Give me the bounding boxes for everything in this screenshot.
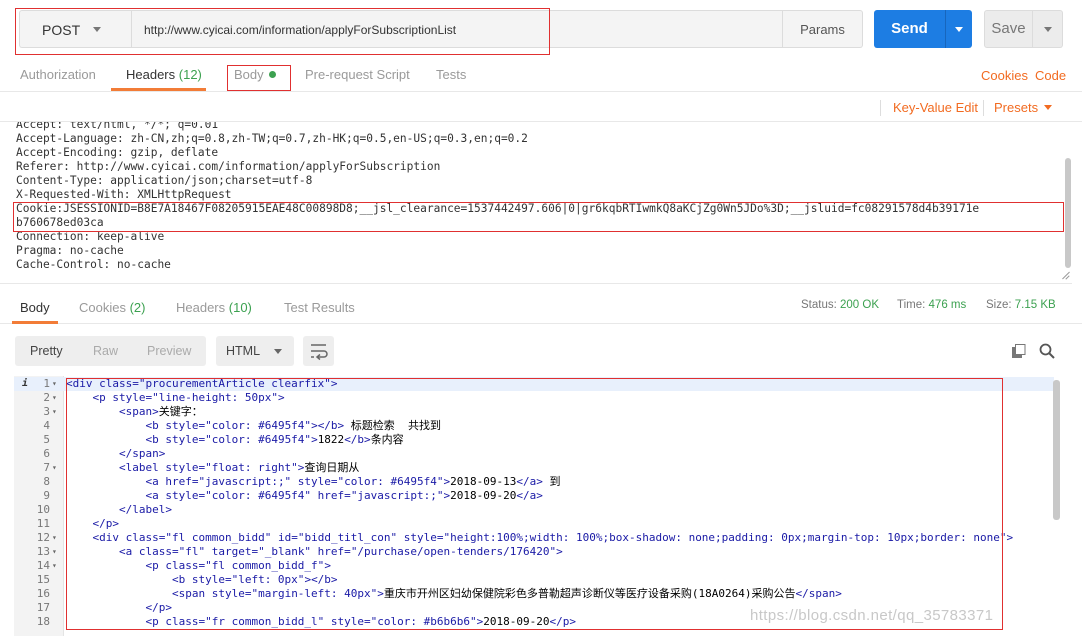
line-number: 9 — [43, 489, 50, 502]
fold-toggle-icon[interactable]: ▾ — [52, 545, 60, 559]
presets-dropdown[interactable]: Presets — [994, 100, 1038, 115]
line-number: 4 — [43, 419, 50, 432]
time-value: 476 ms — [928, 299, 967, 311]
save-button[interactable]: Save — [984, 10, 1033, 48]
chevron-down-icon — [274, 349, 282, 354]
divider — [880, 100, 881, 116]
bulk-edit-toolbar: Key-Value Edit Presets — [0, 92, 1082, 122]
size-readout: Size: 7.15 KB — [986, 299, 1056, 311]
fold-toggle-icon[interactable]: ▾ — [52, 461, 60, 475]
search-icon[interactable] — [1039, 343, 1055, 359]
params-button[interactable]: Params — [783, 10, 863, 48]
chevron-down-icon — [1044, 27, 1052, 32]
cookies-link[interactable]: Cookies — [981, 68, 1028, 83]
header-line: X-Requested-With: XMLHttpRequest — [16, 188, 232, 201]
line-number: 8 — [43, 475, 50, 488]
size-value: 7.15 KB — [1014, 299, 1056, 311]
response-tab-cookies-label: Cookies — [79, 300, 126, 315]
line-number: 16 — [36, 587, 50, 600]
code-link[interactable]: Code — [1035, 68, 1066, 83]
status-value: 200 OK — [840, 299, 880, 311]
headers-scrollbar[interactable] — [1065, 158, 1071, 268]
tab-authorization[interactable]: Authorization — [20, 67, 96, 82]
chevron-down-icon — [955, 27, 963, 32]
line-number: 5 — [43, 433, 50, 446]
wrap-lines-icon — [311, 344, 328, 361]
request-tabs: Authorization Headers (12) Body Pre-requ… — [0, 58, 1082, 92]
header-line: Cache-Control: no-cache — [16, 258, 171, 271]
line-number: 10 — [36, 503, 50, 516]
header-line: Accept-Language: zh-CN,zh;q=0.8,zh-TW;q=… — [16, 132, 528, 145]
line-number: 13 — [36, 545, 50, 558]
response-tab-body[interactable]: Body — [20, 300, 50, 315]
format-select-value: HTML — [226, 344, 261, 358]
response-tab-cookies[interactable]: Cookies (2) — [79, 300, 145, 315]
watermark-text: https://blog.csdn.net/qq_35783371 — [750, 607, 994, 624]
line-number: 2 — [43, 391, 50, 404]
divider — [983, 100, 984, 116]
save-dropdown-button[interactable] — [1033, 10, 1063, 48]
tab-headers-count: (12) — [178, 67, 202, 82]
line-number: 15 — [36, 573, 50, 586]
response-scrollbar[interactable] — [1053, 380, 1060, 520]
size-label: Size: — [986, 299, 1012, 311]
fold-toggle-icon[interactable]: ▾ — [52, 531, 60, 545]
annotation-box-request — [15, 8, 550, 55]
resize-grip-icon[interactable] — [1061, 271, 1070, 280]
fold-toggle-icon[interactable]: ▾ — [52, 405, 60, 419]
header-line: Pragma: no-cache — [16, 244, 124, 257]
active-tab-indicator — [111, 88, 206, 91]
tab-prerequest-script[interactable]: Pre-request Script — [305, 67, 410, 82]
response-tab-cookies-count: (2) — [129, 300, 146, 315]
send-button[interactable]: Send — [874, 10, 945, 48]
tab-headers-label: Headers — [126, 67, 176, 82]
raw-button[interactable]: Raw — [78, 336, 134, 366]
fold-toggle-icon[interactable]: ▾ — [52, 391, 60, 405]
line-number: 18 — [36, 615, 50, 628]
preview-button[interactable]: Preview — [132, 336, 207, 366]
response-tab-headers-count: (10) — [228, 300, 252, 315]
time-readout: Time: 476 ms — [897, 299, 966, 311]
response-tab-headers[interactable]: Headers (10) — [176, 300, 252, 315]
response-tabs: Body Cookies (2) Headers (10) Test Resul… — [0, 288, 1082, 324]
annotation-box-cookie — [13, 202, 1064, 232]
status-label: Status: — [801, 299, 837, 311]
line-number: 3 — [43, 405, 50, 418]
pretty-button[interactable]: Pretty — [15, 336, 78, 366]
header-line: Referer: http://www.cyicai.com/informati… — [16, 160, 441, 173]
line-number: 1 — [43, 377, 50, 390]
line-number: 7 — [43, 461, 50, 474]
response-tab-test-results[interactable]: Test Results — [284, 300, 355, 315]
fold-toggle-icon[interactable]: ▾ — [52, 377, 60, 391]
active-tab-indicator — [12, 321, 58, 324]
tab-tests[interactable]: Tests — [436, 67, 466, 82]
tab-headers[interactable]: Headers (12) — [126, 67, 202, 82]
response-tab-headers-label: Headers — [176, 300, 226, 315]
header-line: Content-Type: application/json;charset=u… — [16, 174, 313, 187]
annotation-box-response — [66, 378, 1003, 630]
time-label: Time: — [897, 299, 926, 311]
line-number: 12 — [36, 531, 50, 544]
status-readout: Status: 200 OK — [801, 299, 879, 311]
annotation-box-body-tab — [227, 65, 291, 91]
header-line: Accept-Encoding: gzip, deflate — [16, 146, 219, 159]
key-value-edit-link[interactable]: Key-Value Edit — [893, 100, 978, 115]
fold-toggle-icon[interactable]: ▾ — [52, 559, 60, 573]
line-number: 17 — [36, 601, 50, 614]
send-dropdown-button[interactable] — [945, 10, 972, 48]
header-line: Connection: keep-alive — [16, 230, 165, 243]
header-line: Accept: text/html, */*; q=0.01 — [16, 122, 219, 131]
format-select[interactable]: HTML — [216, 336, 294, 366]
copy-icon[interactable] — [1012, 344, 1026, 358]
line-number: 11 — [36, 517, 50, 530]
chevron-down-icon — [1044, 105, 1052, 110]
line-number: 14 — [36, 559, 50, 572]
wrap-lines-button[interactable] — [303, 336, 334, 366]
line-number: 6 — [43, 447, 50, 460]
